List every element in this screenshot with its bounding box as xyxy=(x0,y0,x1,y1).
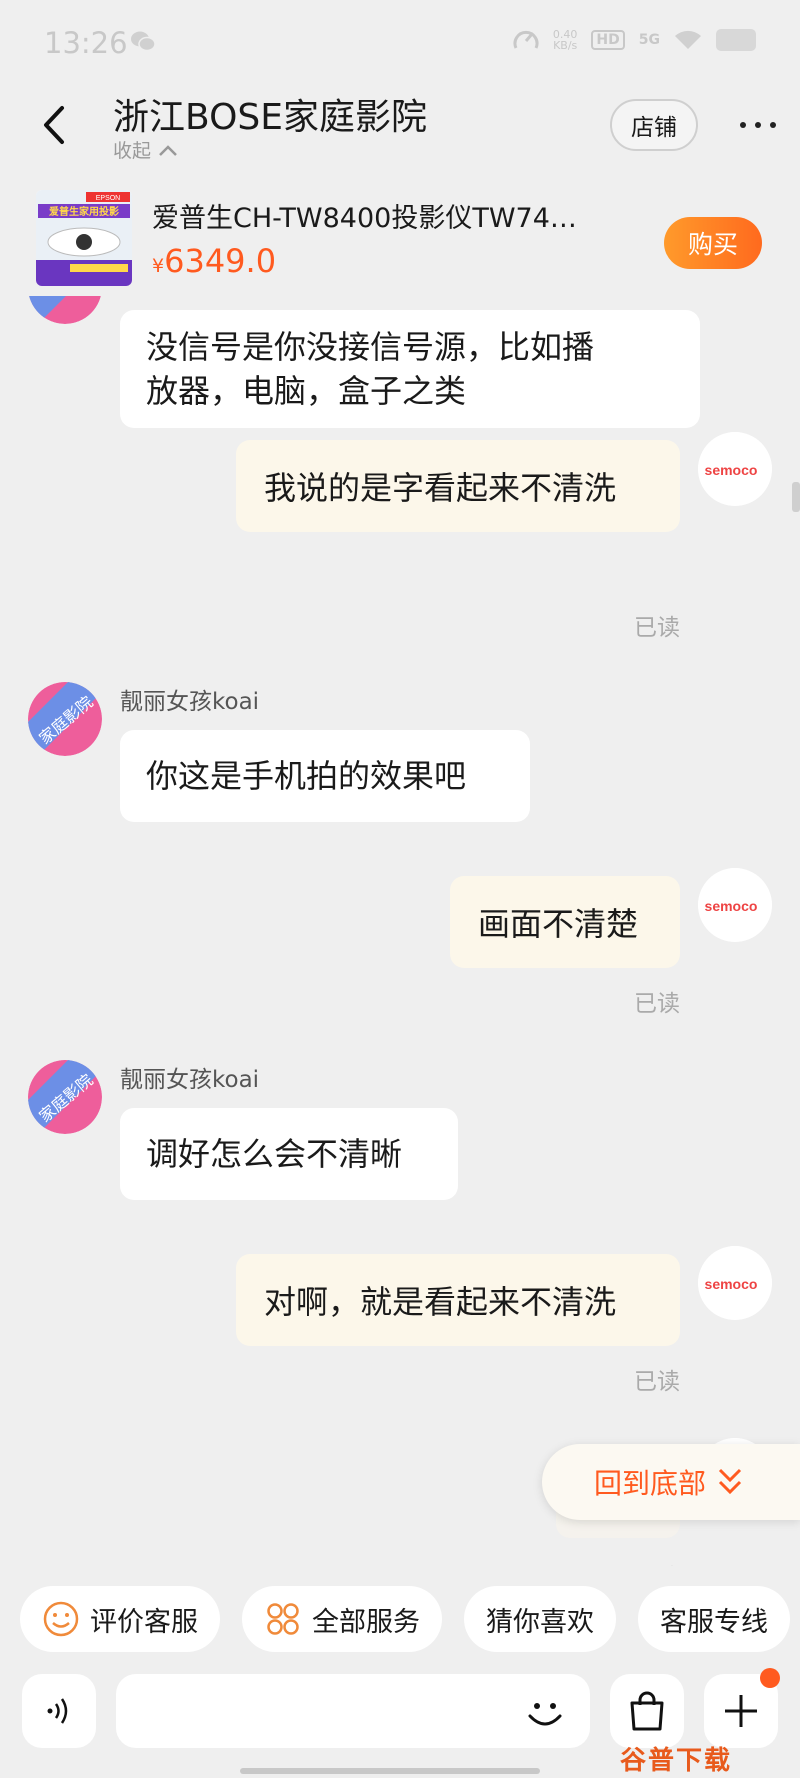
more-dot xyxy=(770,122,776,128)
speed-unit: KB/s xyxy=(553,39,578,52)
user-avatar-text: semoco xyxy=(705,462,758,478)
thumb-brand: EPSON xyxy=(96,195,121,202)
read-receipt: 已读 xyxy=(634,615,680,641)
signal-icon: 5G xyxy=(638,32,660,48)
product-card[interactable]: EPSON 爱普生家用投影 爱普生CH-TW8400投影仪TW74… ¥6349… xyxy=(0,182,800,290)
all-services-chip[interactable]: 全部服务 xyxy=(242,1586,442,1652)
emoji-icon[interactable] xyxy=(520,1688,570,1738)
user-avatar-text: semoco xyxy=(705,1276,758,1292)
user-avatar[interactable]: semoco xyxy=(698,868,772,942)
network-speed: 0.40 KB/s xyxy=(553,29,578,51)
message-bubble-user[interactable]: 对啊，就是看起来不清洗 xyxy=(236,1254,680,1346)
quick-actions: 评价客服 全部服务 猜你喜欢 客服专线 xyxy=(0,1586,800,1656)
message-text: 调好怎么会不清晰 xyxy=(146,1135,403,1173)
thumb-banner: 爱普生家用投影 xyxy=(49,205,119,218)
read-receipt: 已读 xyxy=(634,991,680,1017)
data-saver-icon xyxy=(513,30,539,49)
voice-button[interactable] xyxy=(22,1674,96,1748)
notification-dot xyxy=(760,1668,780,1688)
user-avatar-image: semoco xyxy=(698,1246,772,1320)
scrollbar-thumb[interactable] xyxy=(792,482,800,512)
message-text: 没信号是你没接信号源，比如播 xyxy=(146,328,595,366)
shopping-bag-icon xyxy=(630,1691,664,1731)
service-hotline-chip[interactable]: 客服专线 xyxy=(638,1586,790,1652)
back-to-bottom-button[interactable]: 回到底部 xyxy=(542,1444,800,1520)
message-bubble-shop[interactable]: 你这是手机拍的效果吧 xyxy=(120,730,530,822)
sender-name: 靓丽女孩koai xyxy=(120,1067,260,1093)
shop-avatar[interactable] xyxy=(28,296,102,324)
grid-icon xyxy=(267,1603,299,1635)
battery-icon xyxy=(716,29,756,51)
collapse-toggle[interactable]: 收起 xyxy=(113,136,179,163)
rate-service-chip[interactable]: 评价客服 xyxy=(20,1586,220,1652)
chat-messages[interactable]: 没信号是你没接信号源，比如播 放器，电脑，盒子之类 semoco 我说的是字看起… xyxy=(0,296,800,1566)
shop-avatar-image: 家庭影院 xyxy=(28,1060,102,1134)
status-icons: 0.40 KB/s HD 5G xyxy=(513,28,756,52)
shop-avatar-image xyxy=(28,296,101,324)
more-dot xyxy=(755,122,761,128)
chip-label: 全部服务 xyxy=(312,1606,420,1638)
message-text: 放器，电脑，盒子之类 xyxy=(146,372,467,410)
chip-label: 客服专线 xyxy=(660,1606,768,1638)
wifi-icon xyxy=(675,30,701,49)
more-icon[interactable] xyxy=(740,118,776,132)
watermark: 谷普下载 xyxy=(620,1746,733,1776)
user-avatar-image: semoco xyxy=(698,432,772,506)
chip-label: 评价客服 xyxy=(90,1606,198,1638)
price-currency: ¥ xyxy=(152,255,165,277)
product-thumbnail[interactable]: EPSON 爱普生家用投影 xyxy=(36,190,132,286)
status-time: 13:26 xyxy=(44,26,128,60)
more-dot xyxy=(740,122,746,128)
message-bubble-shop[interactable]: 调好怎么会不清晰 xyxy=(120,1108,458,1200)
home-indicator[interactable] xyxy=(240,1768,540,1774)
status-bar: 13:26 0.40 KB/s HD 5G xyxy=(0,0,800,80)
hd-badge: HD xyxy=(591,30,625,50)
product-price: ¥6349.0 xyxy=(152,242,276,280)
price-value: 6349.0 xyxy=(164,242,277,280)
buy-button[interactable]: 购买 xyxy=(664,217,762,269)
shop-avatar[interactable]: 家庭影院 xyxy=(28,1060,102,1134)
chevron-up-icon xyxy=(159,144,177,156)
read-receipt: 已读 xyxy=(634,1558,680,1566)
message-text: 我说的是字看起来不清洗 xyxy=(264,469,617,507)
read-receipt: 已读 xyxy=(634,1369,680,1395)
store-button[interactable]: 店铺 xyxy=(610,99,698,151)
back-icon[interactable] xyxy=(34,102,74,148)
product-title: 爱普生CH-TW8400投影仪TW74… xyxy=(152,203,577,234)
message-text: 你这是手机拍的效果吧 xyxy=(146,757,467,795)
back-to-bottom-label: 回到底部 xyxy=(594,1467,707,1500)
voice-icon xyxy=(47,1698,68,1724)
wechat-icon xyxy=(131,31,156,52)
guess-you-like-chip[interactable]: 猜你喜欢 xyxy=(464,1586,616,1652)
shop-title: 浙江BOSE家庭影院 xyxy=(113,97,427,138)
message-bubble-user[interactable]: 我说的是字看起来不清洗 xyxy=(236,440,680,532)
projector-image: EPSON 爱普生家用投影 xyxy=(36,190,132,286)
shop-avatar-image: 家庭影院 xyxy=(28,682,102,756)
message-text: 对啊，就是看起来不清洗 xyxy=(264,1283,617,1321)
sender-name: 靓丽女孩koai xyxy=(120,689,260,715)
message-bubble-user[interactable]: 画面不清楚 xyxy=(450,876,680,968)
plus-icon xyxy=(725,1695,757,1727)
double-chevron-down-icon xyxy=(718,1468,742,1495)
user-avatar[interactable]: semoco xyxy=(698,1246,772,1320)
chat-header: 浙江BOSE家庭影院 收起 店铺 xyxy=(0,80,800,180)
message-text: 画面不清楚 xyxy=(478,905,639,943)
chip-label: 猜你喜欢 xyxy=(486,1606,594,1638)
smile-icon xyxy=(43,1601,79,1637)
user-avatar-text: semoco xyxy=(705,898,758,914)
shop-avatar[interactable]: 家庭影院 xyxy=(28,682,102,756)
user-avatar[interactable]: semoco xyxy=(698,432,772,506)
user-avatar-image: semoco xyxy=(698,868,772,942)
message-bubble-shop[interactable]: 没信号是你没接信号源，比如播 放器，电脑，盒子之类 xyxy=(120,310,700,428)
message-input[interactable] xyxy=(116,1674,590,1748)
collapse-label: 收起 xyxy=(113,140,152,162)
shopping-bag-button[interactable] xyxy=(610,1674,684,1748)
